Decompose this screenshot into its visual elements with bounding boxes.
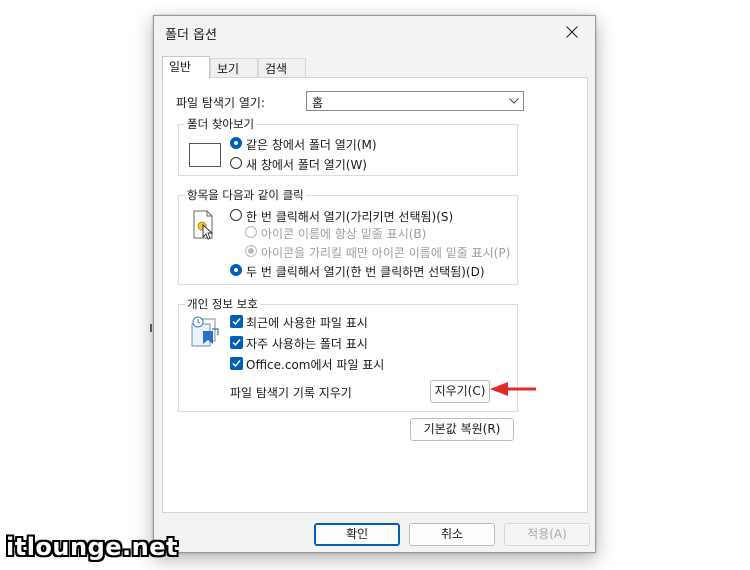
close-icon (566, 26, 578, 38)
clear-history-label: 파일 탐색기 기록 지우기 (230, 386, 352, 400)
privacy-icon (191, 316, 219, 347)
title-bar: 폴더 옵션 (154, 16, 595, 48)
click-items-group: 항목을 다음과 같이 클릭 한 번 클릭해서 열기(가리키면 선택됨)(S) 아… (178, 187, 518, 285)
open-explorer-select[interactable]: 홈 (306, 91, 524, 111)
general-tab-panel: 파일 탐색기 열기: 홈 폴더 찾아보기 같은 창에서 폴더 열기(M) 새 창… (162, 77, 588, 513)
checkmark-icon (232, 318, 241, 326)
checkmark-icon (232, 360, 241, 368)
show-office-files-checkbox[interactable] (230, 357, 243, 370)
tab-general[interactable]: 일반 (162, 56, 210, 79)
open-same-window-radio[interactable] (230, 137, 242, 149)
underline-always-radio[interactable] (245, 226, 257, 238)
underline-always-label: 아이콘 이름에 항상 밑줄 표시(B) (261, 227, 427, 241)
click-items-title: 항목을 다음과 같이 클릭 (185, 187, 306, 203)
watermark-text: itlounge.net (6, 533, 178, 561)
underline-on-hover-radio[interactable] (245, 245, 257, 257)
tab-label: 검색 (265, 62, 288, 76)
tab-search[interactable]: 검색 (258, 58, 306, 77)
open-explorer-label: 파일 탐색기 열기: (176, 96, 265, 110)
show-recent-files-label: 최근에 사용한 파일 표시 (246, 316, 368, 330)
open-new-window-label: 새 창에서 폴더 열기(W) (246, 158, 367, 172)
single-click-open-radio[interactable] (230, 209, 242, 221)
ok-button[interactable]: 확인 (314, 523, 400, 546)
click-document-icon (193, 210, 214, 240)
chevron-down-icon (509, 98, 519, 104)
close-button[interactable] (549, 16, 595, 48)
open-new-window-radio[interactable] (230, 157, 242, 169)
clear-history-button[interactable]: 지우기(C) (430, 380, 490, 403)
show-frequent-folders-label: 자주 사용하는 폴더 표시 (246, 337, 368, 351)
tab-label: 일반 (169, 60, 192, 74)
privacy-group: 개인 정보 보호 최근에 사용한 파일 표시 자주 사용하는 폴더 표시 Off… (178, 296, 518, 412)
folder-options-dialog: 폴더 옵션 일반 보기 검색 파일 탐색기 열기: 홈 폴더 찾아보기 같은 창… (153, 15, 596, 553)
single-click-open-label: 한 번 클릭해서 열기(가리키면 선택됨)(S) (246, 210, 454, 224)
open-same-window-label: 같은 창에서 폴더 열기(M) (246, 138, 377, 152)
checkmark-icon (232, 339, 241, 347)
browse-folders-group: 폴더 찾아보기 같은 창에서 폴더 열기(M) 새 창에서 폴더 열기(W) (178, 116, 518, 176)
annotation-arrow-icon (490, 382, 536, 396)
double-click-open-label: 두 번 클릭해서 열기(한 번 클릭하면 선택됨)(D) (246, 265, 485, 279)
open-explorer-value: 홈 (312, 96, 324, 110)
privacy-title: 개인 정보 보호 (185, 296, 260, 312)
double-click-open-radio[interactable] (230, 264, 242, 276)
apply-button[interactable]: 적용(A) (504, 523, 590, 546)
show-frequent-folders-checkbox[interactable] (230, 336, 243, 349)
restore-defaults-button[interactable]: 기본값 복원(R) (410, 418, 514, 441)
browse-folders-title: 폴더 찾아보기 (185, 116, 257, 132)
tab-label: 보기 (217, 62, 240, 76)
tab-view[interactable]: 보기 (210, 58, 258, 77)
cancel-button[interactable]: 취소 (409, 523, 495, 546)
window-icon (189, 143, 221, 167)
show-recent-files-checkbox[interactable] (230, 315, 243, 328)
underline-on-hover-label: 아이콘을 가리킬 때만 아이콘 이름에 밑줄 표시(P) (261, 246, 511, 260)
dialog-title: 폴더 옵션 (165, 28, 217, 43)
show-office-files-label: Office.com에서 파일 표시 (246, 358, 385, 372)
